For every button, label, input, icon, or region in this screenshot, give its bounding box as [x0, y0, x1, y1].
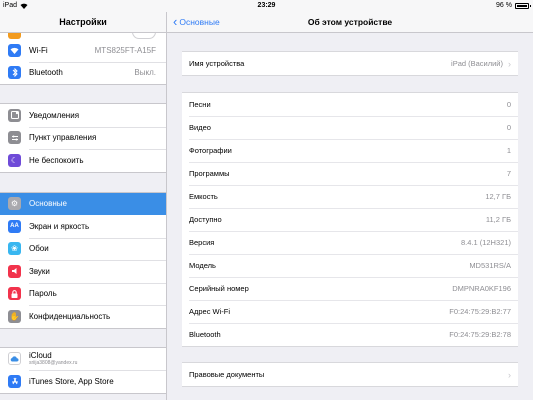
info-row: Версия 8.4.1 (12H321) [182, 231, 518, 254]
sound-icon [8, 264, 21, 278]
sidebar-item-wallpaper[interactable]: ❀ Обои [0, 237, 166, 261]
row-label: Версия [189, 238, 215, 247]
cloud-icon [8, 352, 21, 366]
row-label: Модель [189, 261, 216, 270]
row-label: Доступно [189, 215, 222, 224]
sidebar-item-label: Не беспокоить [29, 155, 84, 165]
sidebar-item-label: Пункт управления [29, 133, 97, 143]
brightness-icon: AA [8, 219, 21, 233]
detail-pane: ‹ Основные Об этом устройстве Имя устрой… [167, 12, 533, 400]
status-time: 23:29 [257, 2, 276, 9]
row-label: Программы [189, 169, 230, 178]
row-value: 0 [506, 100, 511, 109]
info-row: Фотографии 1 [182, 139, 518, 162]
bluetooth-icon [8, 66, 21, 80]
device-name-row[interactable]: Имя устройства iPad (Василий) › [182, 52, 518, 75]
sidebar-item-label: Обои [29, 244, 49, 254]
battery-percent: 96 % [496, 2, 512, 9]
device-info-card: Песни 0 Видео 0 Фотографии 1 Программы 7 Емкость… [182, 92, 518, 347]
row-value: 1 [506, 146, 511, 155]
row-value: F0:24:75:29:B2:77 [449, 307, 511, 316]
sidebar-item-label: Экран и яркость [29, 221, 90, 231]
sidebar-item-label: Уведомления [29, 110, 80, 120]
gear-icon: ⚙ [8, 197, 21, 211]
status-right: 96 % [496, 0, 531, 12]
wifi-network-value: MTS825FT-A15F [94, 45, 156, 55]
row-value: 12,7 ГБ [485, 192, 511, 201]
row-value: MD531RS/A [469, 261, 511, 270]
info-row: Видео 0 [182, 116, 518, 139]
sidebar-item-label: Wi-Fi [29, 45, 48, 55]
hand-icon: ✋ [8, 309, 21, 323]
chevron-right-icon: › [508, 369, 511, 380]
sidebar-item-label: Основные [29, 199, 67, 209]
status-bar: iPad 23:29 96 % [0, 0, 533, 12]
app-store-icon [8, 374, 21, 388]
nav-bar: ‹ Основные Об этом устройстве [167, 12, 533, 33]
sidebar-item-general[interactable]: ⚙ Основные [0, 192, 166, 215]
sidebar-item-label: Конфиденциальность [29, 311, 111, 321]
settings-sidebar: Настройки Wi-Fi MTS825FT-A15F Bluetooth … [0, 12, 167, 400]
info-row: Серийный номер DMPNRA0KF196 [182, 277, 518, 300]
row-label: Серийный номер [189, 284, 249, 293]
row-value: 11,2 ГБ [485, 215, 511, 224]
row-label: Адрес Wi-Fi [189, 307, 231, 316]
info-row: Программы 7 [182, 162, 518, 185]
sidebar-group-notifications: Уведомления Пункт управления ☾ Не беспок… [0, 103, 166, 173]
lock-icon [8, 287, 21, 301]
sidebar-item-icloud[interactable]: iCloud sriija3808@yandex.ru [0, 348, 166, 371]
sidebar-item-control-center[interactable]: Пункт управления [0, 126, 166, 150]
battery-icon [515, 3, 531, 9]
control-center-icon [8, 131, 21, 145]
page-title: Об этом устройстве [307, 17, 393, 27]
sidebar-group-general: ⚙ Основные AA Экран и яркость ❀ Обои Зву… [0, 191, 166, 329]
chevron-right-icon: › [508, 58, 511, 69]
info-row: Адрес Wi-Fi F0:24:75:29:B2:77 [182, 300, 518, 323]
wallpaper-icon: ❀ [8, 242, 21, 256]
row-label: Видео [189, 123, 211, 132]
row-value: 7 [506, 169, 511, 178]
device-name-card: Имя устройства iPad (Василий) › [182, 51, 518, 76]
legal-documents-row[interactable]: Правовые документы › [182, 363, 518, 386]
info-row: Доступно 11,2 ГБ [182, 208, 518, 231]
row-label: Песни [189, 100, 211, 109]
sidebar-item-passcode[interactable]: Пароль [0, 282, 166, 306]
info-row: Bluetooth F0:24:75:29:B2:78 [182, 323, 518, 346]
row-label: Правовые документы [189, 370, 265, 379]
sidebar-item-display-brightness[interactable]: AA Экран и яркость [0, 215, 166, 238]
info-row: Емкость 12,7 ГБ [182, 185, 518, 208]
sidebar-item-privacy[interactable]: ✋ Конфиденциальность [0, 305, 166, 328]
row-label: Фотографии [189, 146, 232, 155]
sidebar-item-label: iTunes Store, App Store [29, 376, 114, 386]
info-row: Песни 0 [182, 93, 518, 116]
icloud-account-email: sriija3808@yandex.ru [29, 359, 78, 366]
sidebar-item-label: Звуки [29, 266, 50, 276]
info-row: Модель MD531RS/A [182, 254, 518, 277]
sidebar-item-do-not-disturb[interactable]: ☾ Не беспокоить [0, 149, 166, 172]
sidebar-item-label: Пароль [29, 289, 57, 299]
row-label: Bluetooth [189, 330, 221, 339]
legal-card: Правовые документы › [182, 362, 518, 387]
bluetooth-status-value: Выкл. [134, 68, 156, 78]
sidebar-title: Настройки [0, 12, 166, 33]
row-value: 0 [506, 123, 511, 132]
moon-icon: ☾ [8, 153, 21, 167]
row-label: Имя устройства [189, 59, 245, 68]
sidebar-item-bluetooth[interactable]: Bluetooth Выкл. [0, 61, 166, 85]
row-value: F0:24:75:29:B2:78 [449, 330, 511, 339]
sidebar-item-itunes-app-store[interactable]: iTunes Store, App Store [0, 370, 166, 393]
sidebar-item-sounds[interactable]: Звуки [0, 260, 166, 283]
icloud-label: iCloud [29, 350, 52, 360]
device-name-value: iPad (Василий) [451, 59, 503, 68]
sidebar-item-notifications[interactable]: Уведомления [0, 104, 166, 127]
sidebar-group-network: Wi-Fi MTS825FT-A15F Bluetooth Выкл. [0, 39, 166, 85]
row-label: Емкость [189, 192, 218, 201]
row-value: 8.4.1 (12H321) [460, 238, 511, 247]
sidebar-group-accounts: iCloud sriija3808@yandex.ru iTunes Store… [0, 346, 166, 394]
notifications-icon [8, 108, 21, 122]
sidebar-item-wifi[interactable]: Wi-Fi MTS825FT-A15F [0, 39, 166, 62]
sidebar-item-label: Bluetooth [29, 68, 63, 78]
wifi-icon [8, 43, 21, 57]
row-value: DMPNRA0KF196 [452, 284, 511, 293]
